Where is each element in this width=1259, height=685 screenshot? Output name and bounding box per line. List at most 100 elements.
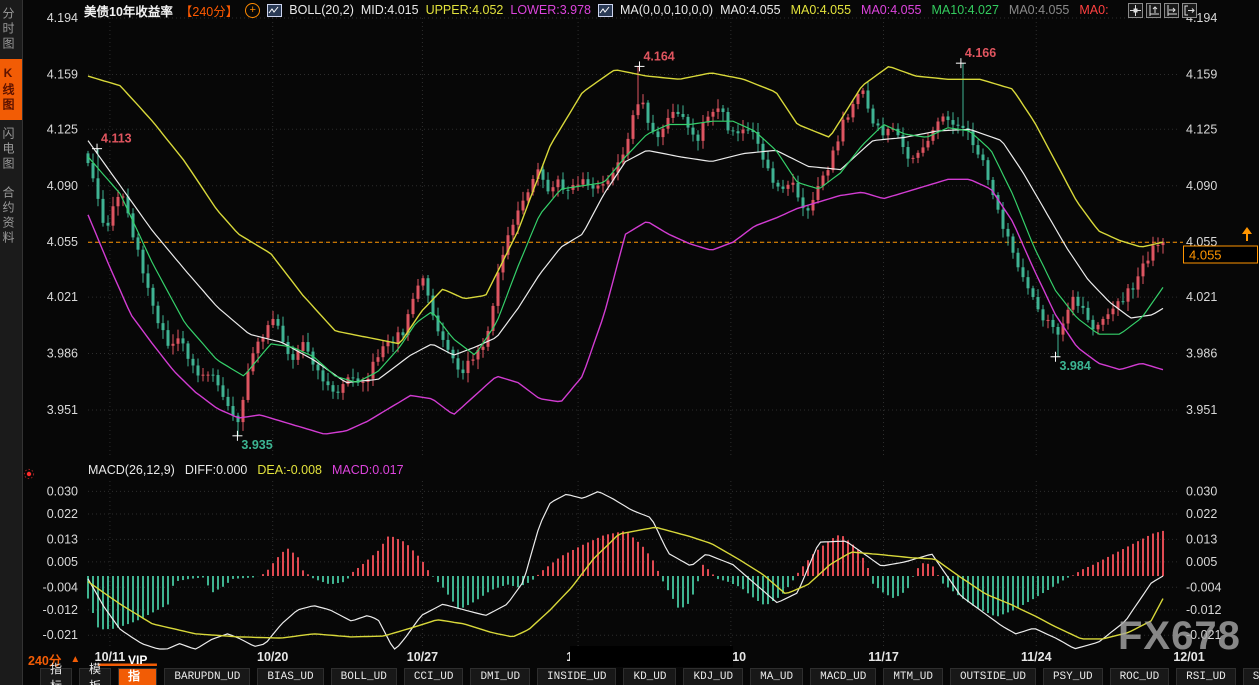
price-annotations: 4.113 4.164 4.166 3.935 3.984 <box>92 46 1091 452</box>
candlestick-chart[interactable]: 4.1944.1944.1594.1594.1254.1254.0904.090… <box>0 0 1259 685</box>
macd-dea-line <box>88 528 1163 639</box>
svg-text:0.030: 0.030 <box>1186 484 1217 498</box>
sidebar-tab-1[interactable]: K线图 <box>0 59 22 120</box>
boll-name: BOLL(20,2) <box>289 3 354 17</box>
svg-text:4.055: 4.055 <box>1189 248 1222 263</box>
tab-dmiud[interactable]: DMI_UD <box>470 668 530 685</box>
boll-upper-value: UPPER:4.052 <box>426 3 504 17</box>
tab-kdjud[interactable]: KDJ_UD <box>683 668 743 685</box>
instrument-title: 美债10年收益率 <box>84 1 173 20</box>
ma-name: MA(0,0,0,10,0,0) <box>620 3 713 17</box>
indicator-header: 美债10年收益率 【240分】 + BOLL(20,2) MID:4.015 U… <box>22 0 1259 20</box>
tab-barupdnud[interactable]: BARUPDN_UD <box>164 668 250 685</box>
sidebar-tab-2[interactable]: 闪电图 <box>0 120 22 179</box>
chart-application-window: 4.1944.1944.1594.1594.1254.1254.0904.090… <box>0 0 1259 685</box>
svg-text:4.055: 4.055 <box>47 235 78 249</box>
tab-[interactable]: 模板 <box>79 668 111 685</box>
svg-text:10/27: 10/27 <box>407 650 438 664</box>
macd-name: MACD(26,12,9) <box>88 463 175 477</box>
tab-macdud[interactable]: MACD_UD <box>810 668 876 685</box>
chart-type-sidebar: 分时图K线图闪电图合约资料 <box>0 0 23 685</box>
svg-text:-0.021: -0.021 <box>43 628 78 642</box>
ma-value-4: MA0:4.055 <box>1009 3 1069 17</box>
svg-text:0.030: 0.030 <box>47 484 78 498</box>
svg-text:4.125: 4.125 <box>1186 122 1217 136</box>
svg-text:4.021: 4.021 <box>47 290 78 304</box>
chart-toolbar <box>1128 3 1197 18</box>
macd-dea-value: DEA:-0.008 <box>257 463 322 477</box>
svg-text:0.013: 0.013 <box>1186 532 1217 546</box>
svg-text:-0.004: -0.004 <box>43 580 78 594</box>
svg-text:4.090: 4.090 <box>47 179 78 193</box>
tab-biasud[interactable]: BIAS_UD <box>257 668 323 685</box>
svg-text:11/17: 11/17 <box>868 650 899 664</box>
indicator-tab-bar: 指标模板 VIP指标 BARUPDN_UD BIAS_UD BOLL_UD CCI_UD D… <box>40 668 1259 685</box>
svg-text:-0.004: -0.004 <box>1186 580 1221 594</box>
svg-text:3.986: 3.986 <box>47 347 78 361</box>
macd-diff-value: DIFF:0.000 <box>185 463 248 477</box>
boll-mid-value: MID:4.015 <box>361 3 419 17</box>
pane-export-icon[interactable] <box>1182 3 1197 18</box>
macd-macd-value: MACD:0.017 <box>332 463 404 477</box>
boll-mid-line <box>88 129 1163 382</box>
price-up-arrow-icon <box>1242 227 1252 234</box>
svg-text:0.005: 0.005 <box>1186 555 1217 569</box>
y-axis-scale-icon[interactable] <box>1146 3 1161 18</box>
svg-text:3.984: 3.984 <box>1060 359 1091 373</box>
svg-text:4.021: 4.021 <box>1186 290 1217 304</box>
macd-histogram <box>88 531 1163 629</box>
boll-chart-icon[interactable] <box>267 4 282 17</box>
tab-bollud[interactable]: BOLL_UD <box>331 668 397 685</box>
tab-insideud[interactable]: INSIDE_UD <box>537 668 616 685</box>
svg-text:0.013: 0.013 <box>47 532 78 546</box>
svg-text:3.951: 3.951 <box>1186 403 1217 417</box>
sidebar-tab-0[interactable]: 分时图 <box>0 0 22 59</box>
move-icon[interactable] <box>1128 3 1143 18</box>
svg-text:4.164: 4.164 <box>643 49 674 63</box>
svg-text:11/24: 11/24 <box>1021 650 1052 664</box>
svg-text:3.986: 3.986 <box>1186 347 1217 361</box>
tab-vip[interactable]: VIP指标 <box>118 668 157 685</box>
svg-text:3.935: 3.935 <box>241 438 272 452</box>
ma-value-1: MA0:4.055 <box>791 3 851 17</box>
tab-maud[interactable]: MA_UD <box>750 668 803 685</box>
svg-text:-0.012: -0.012 <box>43 603 78 617</box>
svg-text:4.159: 4.159 <box>47 67 78 81</box>
svg-text:4.090: 4.090 <box>1186 179 1217 193</box>
ma-value-3: MA10:4.027 <box>932 3 999 17</box>
boll-lower-value: LOWER:3.978 <box>510 3 591 17</box>
svg-text:0.022: 0.022 <box>1186 507 1217 521</box>
svg-text:0.005: 0.005 <box>47 555 78 569</box>
svg-text:4.159: 4.159 <box>1186 67 1217 81</box>
svg-text:10/20: 10/20 <box>257 650 288 664</box>
svg-text:0.022: 0.022 <box>47 507 78 521</box>
add-indicator-icon[interactable]: + <box>245 3 260 18</box>
tab-outsideud[interactable]: OUTSIDE_UD <box>950 668 1036 685</box>
tab-[interactable]: 指标 <box>40 668 72 685</box>
ma-values: MA0:4.055 MA0:4.055 MA0:4.055 MA10:4.027 MA0… <box>720 3 1108 17</box>
sidebar-tab-3[interactable]: 合约资料 <box>0 179 22 253</box>
ma-value-0: MA0:4.055 <box>720 3 780 17</box>
ma10-line <box>88 121 1163 382</box>
svg-text:4.166: 4.166 <box>965 46 996 60</box>
tab-rocud[interactable]: ROC_UD <box>1110 668 1170 685</box>
ma-value-2: MA0:4.055 <box>861 3 921 17</box>
svg-text:4.125: 4.125 <box>47 122 78 136</box>
tab-rsiud[interactable]: RSI_UD <box>1176 668 1236 685</box>
tab-psyud[interactable]: PSY_UD <box>1043 668 1103 685</box>
macd-diff-line <box>88 492 1163 649</box>
macd-header: MACD(26,12,9) DIFF:0.000 DEA:-0.008 MACD… <box>88 463 404 477</box>
candles <box>87 63 1165 436</box>
record-dot-icon <box>22 467 36 486</box>
period-label: 【240分】 <box>180 1 238 20</box>
tab-cciud[interactable]: CCI_UD <box>404 668 464 685</box>
svg-text:4.113: 4.113 <box>101 132 132 146</box>
ma-value-5: MA0: <box>1079 3 1108 17</box>
watermark: FX678 <box>1118 614 1241 659</box>
tab-kdud[interactable]: KD_UD <box>623 668 676 685</box>
tab-mtmud[interactable]: MTM_UD <box>883 668 943 685</box>
x-axis-scale-icon[interactable] <box>1164 3 1179 18</box>
tab-smaud[interactable]: SMA_UD <box>1243 668 1259 685</box>
ma-chart-icon[interactable] <box>598 4 613 17</box>
svg-text:3.951: 3.951 <box>47 403 78 417</box>
